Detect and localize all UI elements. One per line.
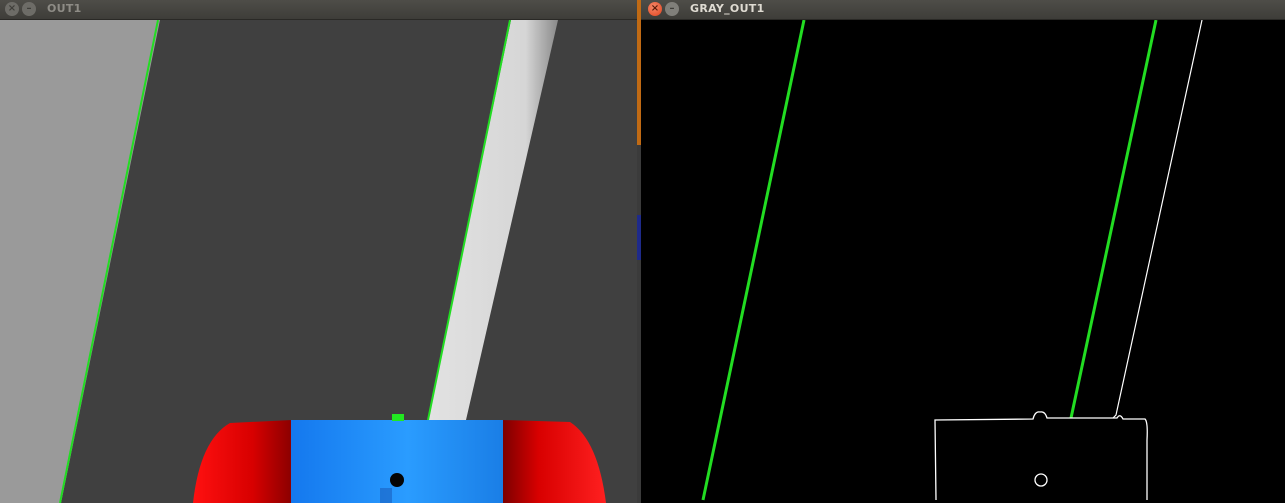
minimize-icon[interactable]: – — [22, 2, 36, 16]
camera-view — [0, 20, 637, 503]
close-icon[interactable]: × — [648, 2, 662, 16]
gray-out1-titlebar[interactable]: × – GRAY_OUT1 — [641, 0, 1285, 20]
robot-sensor — [390, 473, 404, 487]
robot-shadow — [380, 488, 392, 503]
close-icon[interactable]: × — [5, 2, 19, 16]
edge-background — [641, 20, 1285, 503]
camera-frame — [0, 20, 637, 503]
gray-out1-window: × – GRAY_OUT1 — [641, 0, 1285, 503]
out1-window: × – OUT1 — [0, 0, 637, 503]
center-marker — [392, 414, 404, 421]
edge-frame — [641, 20, 1285, 503]
window-title: GRAY_OUT1 — [690, 2, 765, 15]
robot-body — [291, 420, 503, 503]
window-title: OUT1 — [47, 2, 82, 15]
out1-titlebar[interactable]: × – OUT1 — [0, 0, 637, 20]
minimize-icon[interactable]: – — [665, 2, 679, 16]
edge-view — [641, 20, 1285, 503]
